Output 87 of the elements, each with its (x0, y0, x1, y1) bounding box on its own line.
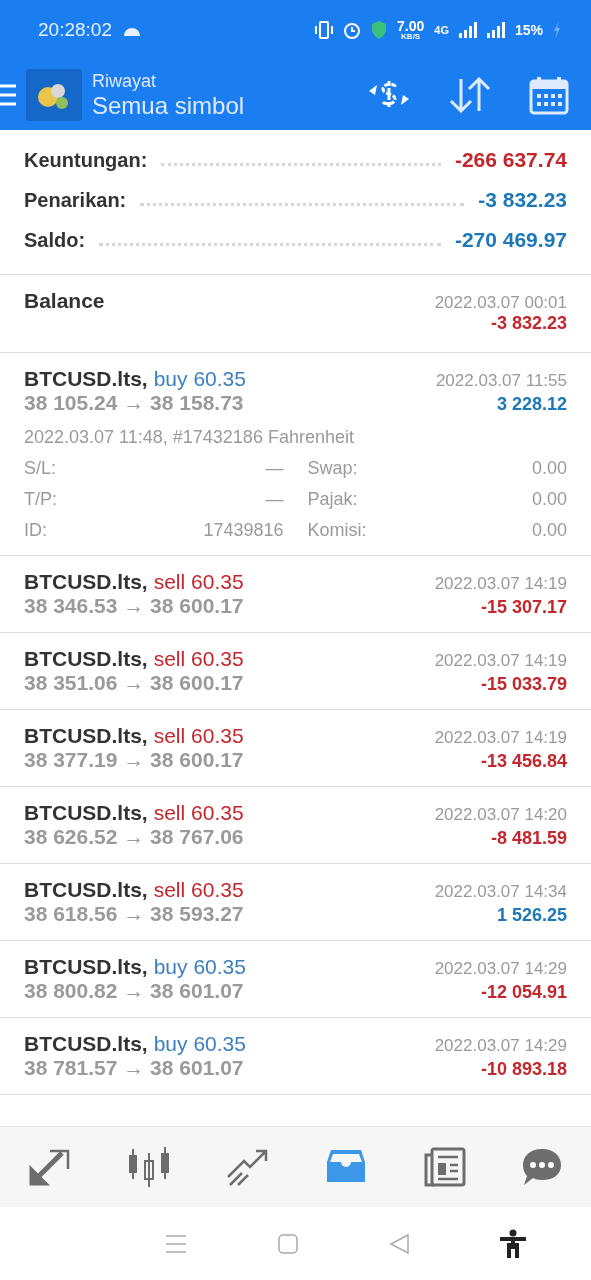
chat-icon (521, 1147, 564, 1187)
deal-profit: -15 033.79 (480, 674, 567, 695)
detail-label: ID: (24, 520, 47, 541)
menu-button[interactable] (0, 83, 16, 107)
screen-title: Riwayat (92, 70, 158, 92)
deal-profit: -15 307.17 (480, 597, 567, 618)
app-logo-icon (26, 69, 82, 121)
home-icon[interactable] (277, 1232, 300, 1255)
summary-value: -270 469.97 (454, 228, 567, 252)
deal-time: 2022.03.07 14:34 (434, 882, 567, 902)
deal-prices: 38 800.82 → 38 601.07 (24, 979, 244, 1003)
deal-symbol: BTCUSD.lts, (24, 647, 148, 670)
detail-label: S/L: (24, 458, 57, 479)
deal-prices: 38 781.57 → 38 601.07 (24, 1056, 244, 1080)
deal-symbol: BTCUSD.lts, (24, 1032, 148, 1055)
deal-symbol: BTCUSD.lts, (24, 570, 148, 593)
deal-prices: 38 377.19 → 38 600.17 (24, 748, 244, 772)
signal-icon (458, 22, 477, 38)
detail-value: 0.00 (531, 458, 567, 479)
deal-time: 2022.03.07 14:29 (434, 959, 567, 979)
detail-label: Komisi: (307, 520, 367, 541)
deal-profit: -10 893.18 (480, 1059, 567, 1080)
deal-time: 2022.03.07 00:01 (434, 293, 567, 313)
deal-volume: sell 60.35 (153, 724, 244, 747)
deal-open-info: 2022.03.07 11:48, #17432186 Fahrenheit (24, 427, 355, 448)
deal-prices: 38 626.52 → 38 767.06 (24, 825, 244, 849)
detail-value: 0.00 (531, 520, 567, 541)
deal-volume: sell 60.35 (153, 878, 244, 901)
deal-profit: 1 526.25 (496, 905, 567, 926)
deal-time: 2022.03.07 14:19 (434, 728, 567, 748)
arrows-icon (27, 1147, 72, 1187)
detail-label: Swap: (307, 458, 358, 479)
summary-value: -3 832.23 (478, 188, 567, 212)
summary-value: -266 637.74 (454, 148, 567, 172)
signal-icon (486, 22, 505, 38)
balance-label: Balance (24, 289, 105, 313)
deal-prices: 38 351.06 → 38 600.17 (24, 671, 244, 695)
deal-symbol: BTCUSD.lts, (24, 955, 148, 978)
symbol-filter[interactable]: Semua simbol (92, 91, 245, 120)
deal-prices: 38 618.56 → 38 593.27 (24, 902, 244, 926)
speed-value: 7.00 (397, 19, 425, 33)
deal-volume: sell 60.35 (153, 570, 244, 593)
deal-symbol: BTCUSD.lts, (24, 801, 148, 824)
deal-profit: -12 054.91 (480, 982, 567, 1003)
detail-value: — (265, 458, 284, 479)
detail-value: 17439816 (203, 520, 284, 541)
shield-icon (371, 20, 388, 40)
summary-label: Penarikan: (24, 188, 127, 212)
candlestick-icon (126, 1147, 171, 1187)
detail-label: Pajak: (307, 489, 358, 510)
deal-symbol: BTCUSD.lts, (24, 724, 148, 747)
detail-label: T/P: (24, 489, 57, 510)
deal-volume: sell 60.35 (153, 647, 244, 670)
deal-prices: 38 105.24 → 38 158.73 (24, 391, 244, 415)
deal-time: 2022.03.07 14:29 (434, 1036, 567, 1056)
detail-value: — (265, 489, 284, 510)
vibrate-icon (315, 20, 334, 40)
network-label: 4G (434, 24, 449, 36)
deal-volume: buy 60.35 (153, 1032, 246, 1055)
alarm-icon (343, 21, 362, 39)
sort-button[interactable] (449, 77, 491, 113)
deal-time: 2022.03.07 14:19 (434, 651, 567, 671)
deal-volume: buy 60.35 (153, 955, 246, 978)
deal-volume: sell 60.35 (153, 801, 244, 824)
summary-label: Saldo: (24, 228, 86, 252)
charging-icon (553, 21, 561, 39)
deal-time: 2022.03.07 14:20 (434, 805, 567, 825)
deal-volume: buy 60.35 (153, 367, 246, 390)
deal-profit: -13 456.84 (480, 751, 567, 772)
deal-symbol: BTCUSD.lts, (24, 367, 148, 390)
deal-profit: 3 228.12 (496, 394, 567, 415)
deal-time: 2022.03.07 11:55 (435, 371, 567, 391)
accessibility-icon[interactable] (498, 1228, 527, 1259)
summary-label: Keuntungan: (24, 148, 148, 172)
deal-time: 2022.03.07 14:19 (434, 574, 567, 594)
deal-profit: -8 481.59 (490, 828, 567, 849)
status-time: 20:28:02 (38, 19, 112, 41)
balance-amount: -3 832.23 (490, 313, 567, 334)
speed-unit: KB/S (401, 33, 421, 41)
newspaper-icon (422, 1147, 467, 1187)
deal-symbol: BTCUSD.lts, (24, 878, 148, 901)
detail-value: 0.00 (531, 489, 567, 510)
deal-prices: 38 346.53 → 38 600.17 (24, 594, 244, 618)
trend-icon (225, 1147, 270, 1187)
calendar-button[interactable] (529, 75, 569, 115)
battery-level: 15% (514, 23, 543, 37)
back-icon[interactable] (387, 1232, 410, 1255)
